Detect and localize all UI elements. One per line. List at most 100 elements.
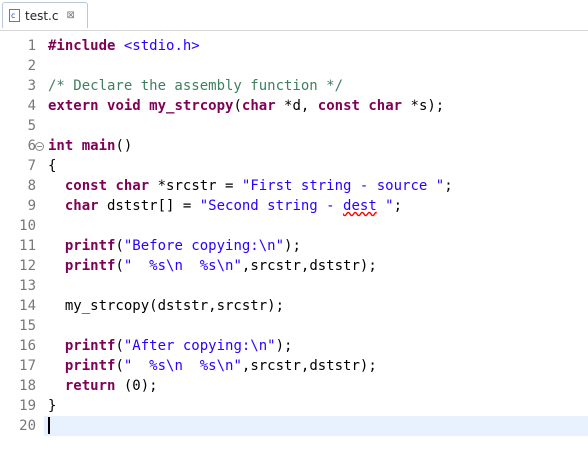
code-token: ; [444,178,453,194]
code-line: } [48,396,588,416]
line-number: 18 [19,378,36,394]
code-token: ; [393,198,403,214]
line-number: 9 [27,198,36,214]
code-token: my_strcopy(dststr,srcstr); [48,298,285,314]
code-token: char [368,98,403,114]
line-number: 6 [27,138,36,154]
code-text-area[interactable]: #include <stdio.h> /* Declare the assembl… [44,31,588,464]
code-token: printf [64,338,116,354]
line-number-gutter: 1 2 3 4 5 6 7 8 9 10 11 12 13 14 15 16 17 18 19 20− [0,31,44,464]
line-number: 15 [19,318,36,334]
line-number: 4 [27,98,36,114]
code-token: /* Declare the assembly function */ [48,78,344,94]
code-token: ); [284,238,301,254]
code-token: ( [115,258,124,274]
close-icon[interactable]: ⊠ [66,10,74,21]
code-token: " %s\n %s\n" [123,358,242,374]
code-token: main [81,138,116,154]
code-token: int [48,138,74,154]
editor-window: c test.c ⊠ 1 2 3 4 5 6 7 8 9 10 11 12 13 14 15 16 17 18 19… [0,0,588,464]
code-token: char [64,198,99,214]
code-token: #include [48,38,116,54]
code-token: "First string - source " [241,178,445,194]
code-token: ( [233,98,242,114]
line-number: 13 [19,278,36,294]
line-number: 10 [19,218,36,234]
line-number: 12 [19,258,36,274]
code-line: { [48,156,588,176]
line-number: 5 [27,118,36,134]
code-token: *d, [275,98,318,114]
code-token: *s); [402,98,445,114]
line-number: 19 [19,398,36,414]
code-token: } [48,398,57,414]
line-number: 1 [27,38,36,54]
code-line: #include <stdio.h> [48,36,588,56]
tab-test-c[interactable]: c test.c ⊠ [2,2,88,28]
code-line: /* Declare the assembly function */ [48,76,588,96]
code-line: return (0); [48,376,588,396]
code-token: char [241,98,276,114]
line-number: 2 [27,58,36,74]
code-token: char [115,178,150,194]
code-token: printf [64,238,116,254]
code-token: "After copying:\n" [123,338,276,354]
fold-toggle-icon[interactable]: − [35,142,44,151]
line-number: 20 [19,418,36,434]
code-token: my_strcopy [149,98,234,114]
code-line: printf(" %s\n %s\n",srcstr,dststr); [48,356,588,376]
code-token: extern [48,98,99,114]
code-line: char dststr[] = "Second string - dest "; [48,196,588,216]
code-line: printf(" %s\n %s\n",srcstr,dststr); [48,256,588,276]
line-number: 14 [19,298,36,314]
code-token: " [376,198,394,214]
line-number: 3 [27,78,36,94]
code-editor[interactable]: 1 2 3 4 5 6 7 8 9 10 11 12 13 14 15 16 17 18 19 20− #includ… [0,31,588,464]
spelling-error-token: dest [343,198,377,214]
code-line: int main() [48,136,588,156]
code-token: ,srcstr,dststr); [241,358,377,374]
code-token: ,srcstr,dststr); [241,258,377,274]
code-line: printf("Before copying:\n"); [48,236,588,256]
code-token: const [317,98,360,114]
code-line: my_strcopy(dststr,srcstr); [48,296,588,316]
code-line: const char *srcstr = "First string - sou… [48,176,588,196]
code-token: () [115,138,133,154]
code-token: printf [64,258,116,274]
line-number: 16 [19,338,36,354]
code-token: <stdio.h> [123,38,200,54]
code-token: { [48,158,57,174]
text-caret [48,417,50,434]
line-number: 7 [27,158,36,174]
code-token: dststr[] = [98,198,200,214]
code-token: (0); [115,378,158,394]
line-number: 11 [19,238,36,254]
code-token: return [64,378,116,394]
code-line: printf("After copying:\n"); [48,336,588,356]
code-token: void [107,98,141,114]
code-token: " %s\n %s\n" [123,258,242,274]
tab-label: test.c [25,8,59,23]
code-token: "Second string - [199,198,344,214]
code-token: ); [275,338,293,354]
code-token: printf [64,358,116,374]
line-number: 17 [19,358,36,374]
code-token: const [64,178,108,194]
code-token: "Before copying:\n" [123,238,285,254]
code-token: ( [115,238,124,254]
